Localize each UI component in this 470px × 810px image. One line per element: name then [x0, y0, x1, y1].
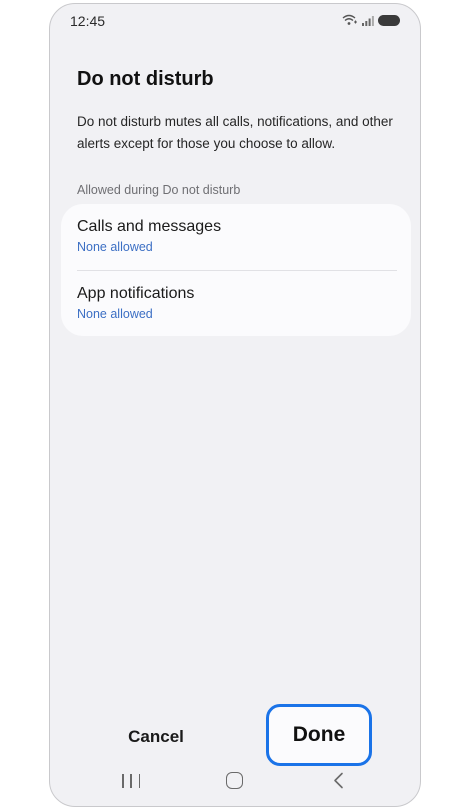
navigation-bar [50, 762, 420, 806]
app-notifications-option[interactable]: App notifications None allowed [77, 285, 395, 321]
recents-icon[interactable] [122, 774, 140, 788]
section-label: Allowed during Do not disturb [77, 183, 241, 197]
option-title: Calls and messages [77, 218, 222, 235]
option-subtitle: None allowed [77, 307, 153, 321]
option-title: App notifications [77, 285, 195, 302]
divider [77, 270, 397, 271]
allowed-options-card: Calls and messages None allowed App noti… [61, 204, 411, 336]
cancel-button[interactable]: Cancel [111, 722, 201, 752]
calls-and-messages-option[interactable]: Calls and messages None allowed [77, 218, 395, 254]
option-subtitle: None allowed [77, 240, 153, 254]
back-icon[interactable] [332, 772, 346, 789]
status-icons [342, 14, 400, 26]
status-time: 12:45 [70, 13, 106, 29]
wifi-call-icon [342, 14, 357, 25]
signal-icon [362, 15, 374, 26]
phone-screen: 12:45 Do not disturb Do not disturb mute… [49, 3, 421, 807]
battery-icon [378, 14, 400, 26]
page-description: Do not disturb mutes all calls, notifica… [77, 114, 393, 151]
status-bar: 12:45 [50, 4, 420, 38]
page-title: Do not disturb [77, 68, 214, 90]
home-icon[interactable] [226, 772, 243, 789]
done-button[interactable]: Done [266, 704, 372, 766]
